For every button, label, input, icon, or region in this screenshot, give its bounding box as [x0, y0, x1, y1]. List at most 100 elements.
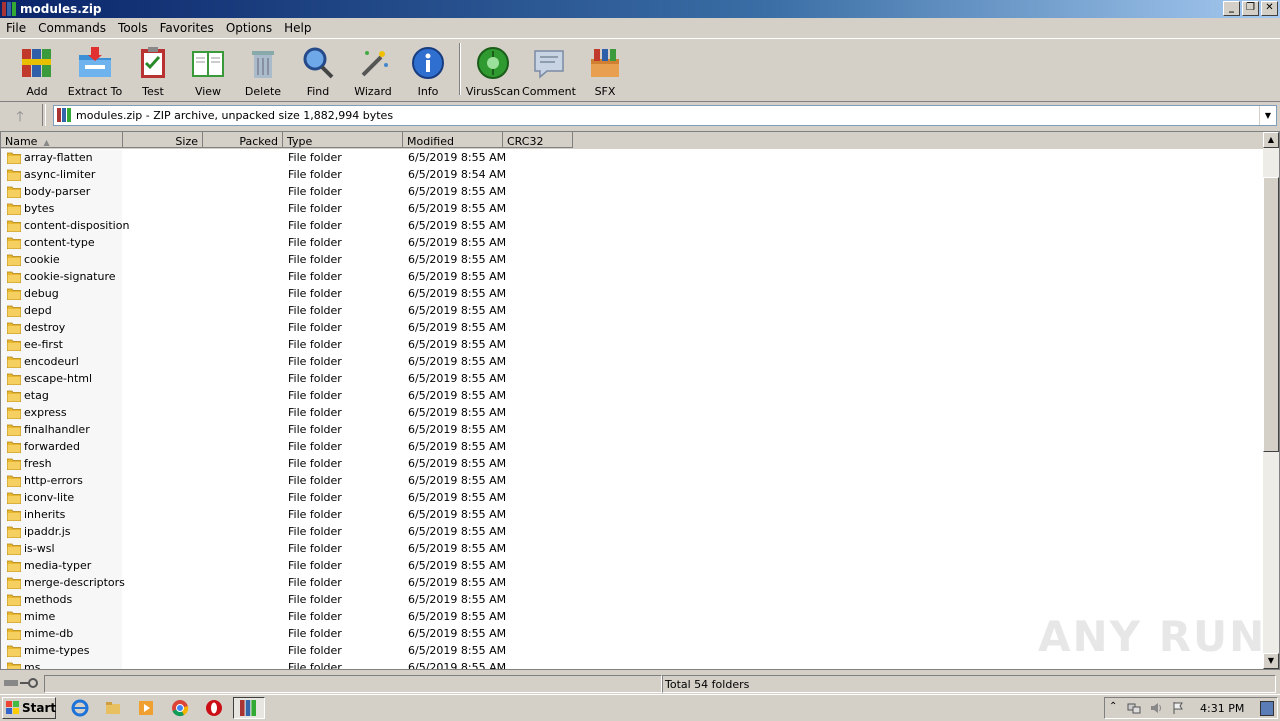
- folder-icon: [7, 543, 21, 555]
- table-row[interactable]: depd File folder 6/5/2019 8:55 AM: [1, 303, 1263, 320]
- folder-icon: [7, 594, 21, 606]
- file-type: File folder: [288, 542, 342, 555]
- scroll-up-icon[interactable]: ▲: [1263, 132, 1279, 148]
- winrar-task-button[interactable]: [233, 697, 265, 719]
- menu-tools[interactable]: Tools: [112, 19, 154, 37]
- file-explorer-icon[interactable]: [104, 699, 122, 717]
- table-row[interactable]: methods File folder 6/5/2019 8:55 AM: [1, 592, 1263, 609]
- table-row[interactable]: http-errors File folder 6/5/2019 8:55 AM: [1, 473, 1263, 490]
- action-center-flag-icon[interactable]: [1171, 701, 1185, 715]
- internet-explorer-icon[interactable]: [71, 699, 89, 717]
- menu-help[interactable]: Help: [278, 19, 317, 37]
- table-row[interactable]: cookie File folder 6/5/2019 8:55 AM: [1, 252, 1263, 269]
- table-row[interactable]: forwarded File folder 6/5/2019 8:55 AM: [1, 439, 1263, 456]
- menu-commands[interactable]: Commands: [32, 19, 112, 37]
- table-row[interactable]: bytes File folder 6/5/2019 8:55 AM: [1, 201, 1263, 218]
- comment-button[interactable]: Comment: [521, 45, 577, 98]
- folder-icon: [7, 441, 21, 453]
- column-packed[interactable]: Packed: [203, 132, 283, 148]
- sfx-button[interactable]: SFX: [577, 45, 633, 98]
- column-header: Name ▲ Size Packed Type Modified CRC32: [1, 132, 1263, 149]
- table-row[interactable]: debug File folder 6/5/2019 8:55 AM: [1, 286, 1263, 303]
- show-desktop-icon[interactable]: [1260, 701, 1274, 716]
- file-modified: 6/5/2019 8:55 AM: [408, 253, 507, 266]
- wizard-button[interactable]: Wizard: [345, 45, 401, 98]
- table-row[interactable]: merge-descriptors File folder 6/5/2019 8:5…: [1, 575, 1263, 592]
- tray-expand-icon[interactable]: ⌃: [1109, 701, 1123, 715]
- minimize-button[interactable]: _: [1223, 1, 1240, 16]
- vertical-scrollbar[interactable]: ▲ ▼: [1263, 132, 1279, 669]
- file-rows: array-flatten File folder 6/5/2019 8:55 AM…: [1, 150, 1263, 669]
- column-modified[interactable]: Modified: [403, 132, 503, 148]
- folder-icon: [7, 662, 21, 669]
- clock[interactable]: 4:31 PM: [1200, 702, 1244, 715]
- table-row[interactable]: destroy File folder 6/5/2019 8:55 AM: [1, 320, 1263, 337]
- test-button[interactable]: Test: [125, 45, 181, 98]
- scrollbar-thumb[interactable]: [1263, 177, 1279, 452]
- menu-favorites[interactable]: Favorites: [154, 19, 220, 37]
- file-type: File folder: [288, 576, 342, 589]
- file-name: media-typer: [24, 559, 92, 572]
- info-button[interactable]: Info: [400, 45, 456, 98]
- table-row[interactable]: content-type File folder 6/5/2019 8:55 AM: [1, 235, 1263, 252]
- menu-file[interactable]: File: [0, 19, 32, 37]
- table-row[interactable]: etag File folder 6/5/2019 8:55 AM: [1, 388, 1263, 405]
- view-button[interactable]: View: [180, 45, 236, 98]
- file-name: express: [24, 406, 67, 419]
- table-row[interactable]: express File folder 6/5/2019 8:55 AM: [1, 405, 1263, 422]
- table-row[interactable]: encodeurl File folder 6/5/2019 8:55 AM: [1, 354, 1263, 371]
- table-row[interactable]: ms File folder 6/5/2019 8:55 AM: [1, 660, 1263, 669]
- up-arrow-icon[interactable]: 🡑: [10, 106, 30, 125]
- opera-icon[interactable]: [205, 699, 223, 717]
- file-modified: 6/5/2019 8:55 AM: [408, 287, 507, 300]
- file-modified: 6/5/2019 8:55 AM: [408, 338, 507, 351]
- file-modified: 6/5/2019 8:55 AM: [408, 406, 507, 419]
- column-name[interactable]: Name ▲: [1, 132, 123, 148]
- close-button[interactable]: ✕: [1261, 1, 1278, 16]
- column-size[interactable]: Size: [123, 132, 203, 148]
- folder-icon: [7, 577, 21, 589]
- table-row[interactable]: cookie-signature File folder 6/5/2019 8:55…: [1, 269, 1263, 286]
- file-modified: 6/5/2019 8:55 AM: [408, 440, 507, 453]
- column-type[interactable]: Type: [283, 132, 403, 148]
- virusscan-button[interactable]: VirusScan: [465, 45, 521, 98]
- table-row[interactable]: is-wsl File folder 6/5/2019 8:55 AM: [1, 541, 1263, 558]
- file-type: File folder: [288, 627, 342, 640]
- folder-icon: [7, 305, 21, 317]
- chrome-icon[interactable]: [171, 699, 189, 717]
- table-row[interactable]: content-disposition File folder 6/5/2019 8…: [1, 218, 1263, 235]
- file-modified: 6/5/2019 8:55 AM: [408, 185, 507, 198]
- file-name: mime-types: [24, 644, 90, 657]
- table-row[interactable]: ipaddr.js File folder 6/5/2019 8:55 AM: [1, 524, 1263, 541]
- extract-to-button[interactable]: Extract To: [67, 45, 123, 98]
- table-row[interactable]: ee-first File folder 6/5/2019 8:55 AM: [1, 337, 1263, 354]
- toolbar: Add Extract To Test View Delete Find Wiz…: [0, 38, 1280, 102]
- network-icon[interactable]: [1127, 701, 1141, 715]
- file-type: File folder: [288, 253, 342, 266]
- add-button[interactable]: Add: [9, 45, 65, 98]
- table-row[interactable]: body-parser File folder 6/5/2019 8:55 AM: [1, 184, 1263, 201]
- restore-button[interactable]: ❐: [1242, 1, 1259, 16]
- file-name: escape-html: [24, 372, 93, 385]
- media-player-icon[interactable]: [137, 699, 155, 717]
- table-row[interactable]: media-typer File folder 6/5/2019 8:55 AM: [1, 558, 1263, 575]
- start-button[interactable]: Start: [2, 697, 56, 719]
- table-row[interactable]: array-flatten File folder 6/5/2019 8:55 AM: [1, 150, 1263, 167]
- file-type: File folder: [288, 389, 342, 402]
- column-crc32[interactable]: CRC32: [503, 132, 573, 148]
- file-type: File folder: [288, 406, 342, 419]
- delete-button[interactable]: Delete: [235, 45, 291, 98]
- find-button[interactable]: Find: [290, 45, 346, 98]
- table-row[interactable]: iconv-lite File folder 6/5/2019 8:55 AM: [1, 490, 1263, 507]
- table-row[interactable]: finalhandler File folder 6/5/2019 8:55 AM: [1, 422, 1263, 439]
- table-row[interactable]: escape-html File folder 6/5/2019 8:55 AM: [1, 371, 1263, 388]
- archive-path-field[interactable]: modules.zip - ZIP archive, unpacked size…: [53, 105, 1277, 126]
- file-modified: 6/5/2019 8:55 AM: [408, 491, 507, 504]
- folder-icon: [7, 220, 21, 232]
- chevron-down-icon[interactable]: ▼: [1259, 106, 1276, 125]
- table-row[interactable]: async-limiter File folder 6/5/2019 8:54 AM: [1, 167, 1263, 184]
- table-row[interactable]: fresh File folder 6/5/2019 8:55 AM: [1, 456, 1263, 473]
- table-row[interactable]: inherits File folder 6/5/2019 8:55 AM: [1, 507, 1263, 524]
- menu-options[interactable]: Options: [220, 19, 278, 37]
- volume-icon[interactable]: [1149, 701, 1163, 715]
